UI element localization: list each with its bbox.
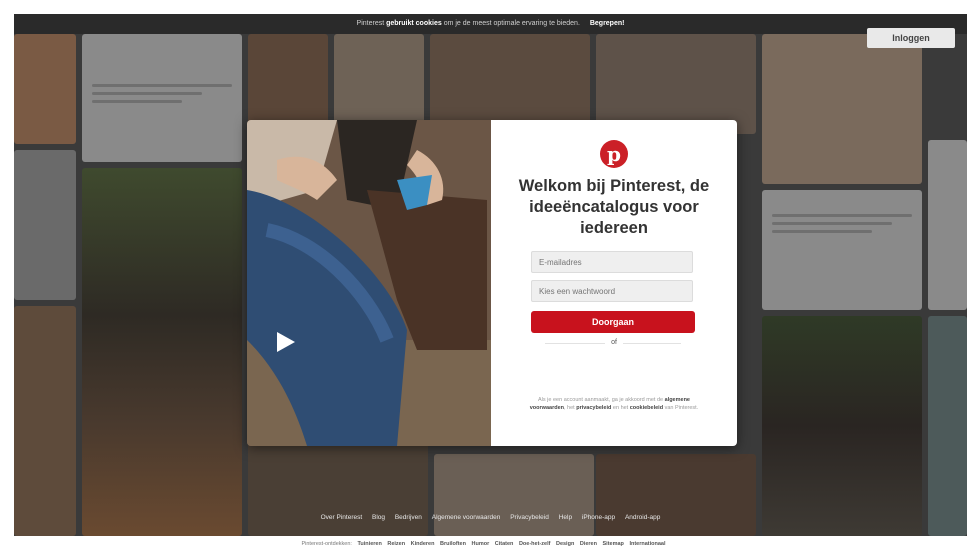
cookie-text-prefix: Pinterest xyxy=(356,20,385,27)
discover-link[interactable]: Kinderen xyxy=(411,541,435,547)
discover-link[interactable]: Reizen xyxy=(387,541,405,547)
link-privacy[interactable]: Privacybeleid xyxy=(510,514,549,521)
background-pin xyxy=(82,34,242,162)
page-frame: Pinterest gebruikt cookies om je de mees… xyxy=(14,14,967,536)
discover-link[interactable]: Design xyxy=(556,541,574,547)
bottom-links: Over Pinterest Blog Bedrijven Algemene v… xyxy=(14,514,967,528)
background-pin xyxy=(928,140,967,310)
background-pin xyxy=(14,150,76,300)
cookie-policy-link[interactable]: cookiebeleid xyxy=(630,405,663,411)
discover-link[interactable]: Internationaal xyxy=(629,541,665,547)
background-pin xyxy=(14,34,76,144)
discover-footer: Pinterest-ontdekken: Tuinieren Reizen Ki… xyxy=(0,541,967,551)
continue-button[interactable]: Doorgaan xyxy=(531,311,695,333)
or-label: of xyxy=(605,339,623,346)
cookie-accept-link[interactable]: Begrepen! xyxy=(590,20,625,27)
link-blog[interactable]: Blog xyxy=(372,514,385,521)
legal-and: en het xyxy=(612,405,629,411)
background-pin xyxy=(14,306,76,536)
link-android-app[interactable]: Android-app xyxy=(625,514,660,521)
discover-link[interactable]: Doe-het-zelf xyxy=(519,541,550,547)
background-pin xyxy=(762,190,922,310)
link-about[interactable]: Over Pinterest xyxy=(321,514,363,521)
signup-panel: p Welkom bij Pinterest, de ideeëncatalog… xyxy=(491,120,737,446)
background-pin xyxy=(596,34,756,134)
discover-link[interactable]: Tuinieren xyxy=(357,541,381,547)
email-field[interactable] xyxy=(531,251,693,273)
discover-label: Pinterest-ontdekken: xyxy=(301,541,352,547)
background-pin xyxy=(430,34,590,124)
background-pin xyxy=(928,316,967,536)
link-business[interactable]: Bedrijven xyxy=(395,514,422,521)
link-help[interactable]: Help xyxy=(559,514,572,521)
discover-link[interactable]: Bruiloften xyxy=(440,541,466,547)
boots-illustration xyxy=(247,120,491,446)
cookie-text-bold: gebruikt cookies xyxy=(386,20,442,27)
cookie-text-suffix: om je de meest optimale ervaring te bied… xyxy=(443,20,580,27)
modal-photo xyxy=(247,120,491,446)
welcome-title: Welkom bij Pinterest, de ideeëncatalogus… xyxy=(518,177,710,237)
background-pin xyxy=(82,168,242,536)
pinterest-logo-icon: p xyxy=(600,140,628,168)
link-iphone-app[interactable]: iPhone-app xyxy=(582,514,615,521)
legal-prefix: Als je een account aanmaakt, ga je akkoo… xyxy=(538,397,664,403)
background-pin xyxy=(762,316,922,536)
legal-text: Als je een account aanmaakt, ga je akkoo… xyxy=(527,396,701,412)
link-terms[interactable]: Algemene voorwaarden xyxy=(432,514,501,521)
login-button[interactable]: Inloggen xyxy=(867,28,955,48)
privacy-link[interactable]: privacybeleid xyxy=(576,405,611,411)
background-pin xyxy=(334,34,424,124)
background-pin xyxy=(928,34,967,134)
background-pin xyxy=(248,34,328,124)
discover-link[interactable]: Citaten xyxy=(495,541,514,547)
discover-link[interactable]: Humor xyxy=(472,541,490,547)
signup-modal: p Welkom bij Pinterest, de ideeëncatalog… xyxy=(247,120,737,446)
legal-suffix: van Pinterest. xyxy=(664,405,699,411)
password-field[interactable] xyxy=(531,280,693,302)
cookie-bar: Pinterest gebruikt cookies om je de mees… xyxy=(14,14,967,34)
discover-link[interactable]: Sitemap xyxy=(603,541,624,547)
background-pin xyxy=(762,34,922,184)
legal-mid: , het xyxy=(563,405,575,411)
discover-link[interactable]: Dieren xyxy=(580,541,597,547)
